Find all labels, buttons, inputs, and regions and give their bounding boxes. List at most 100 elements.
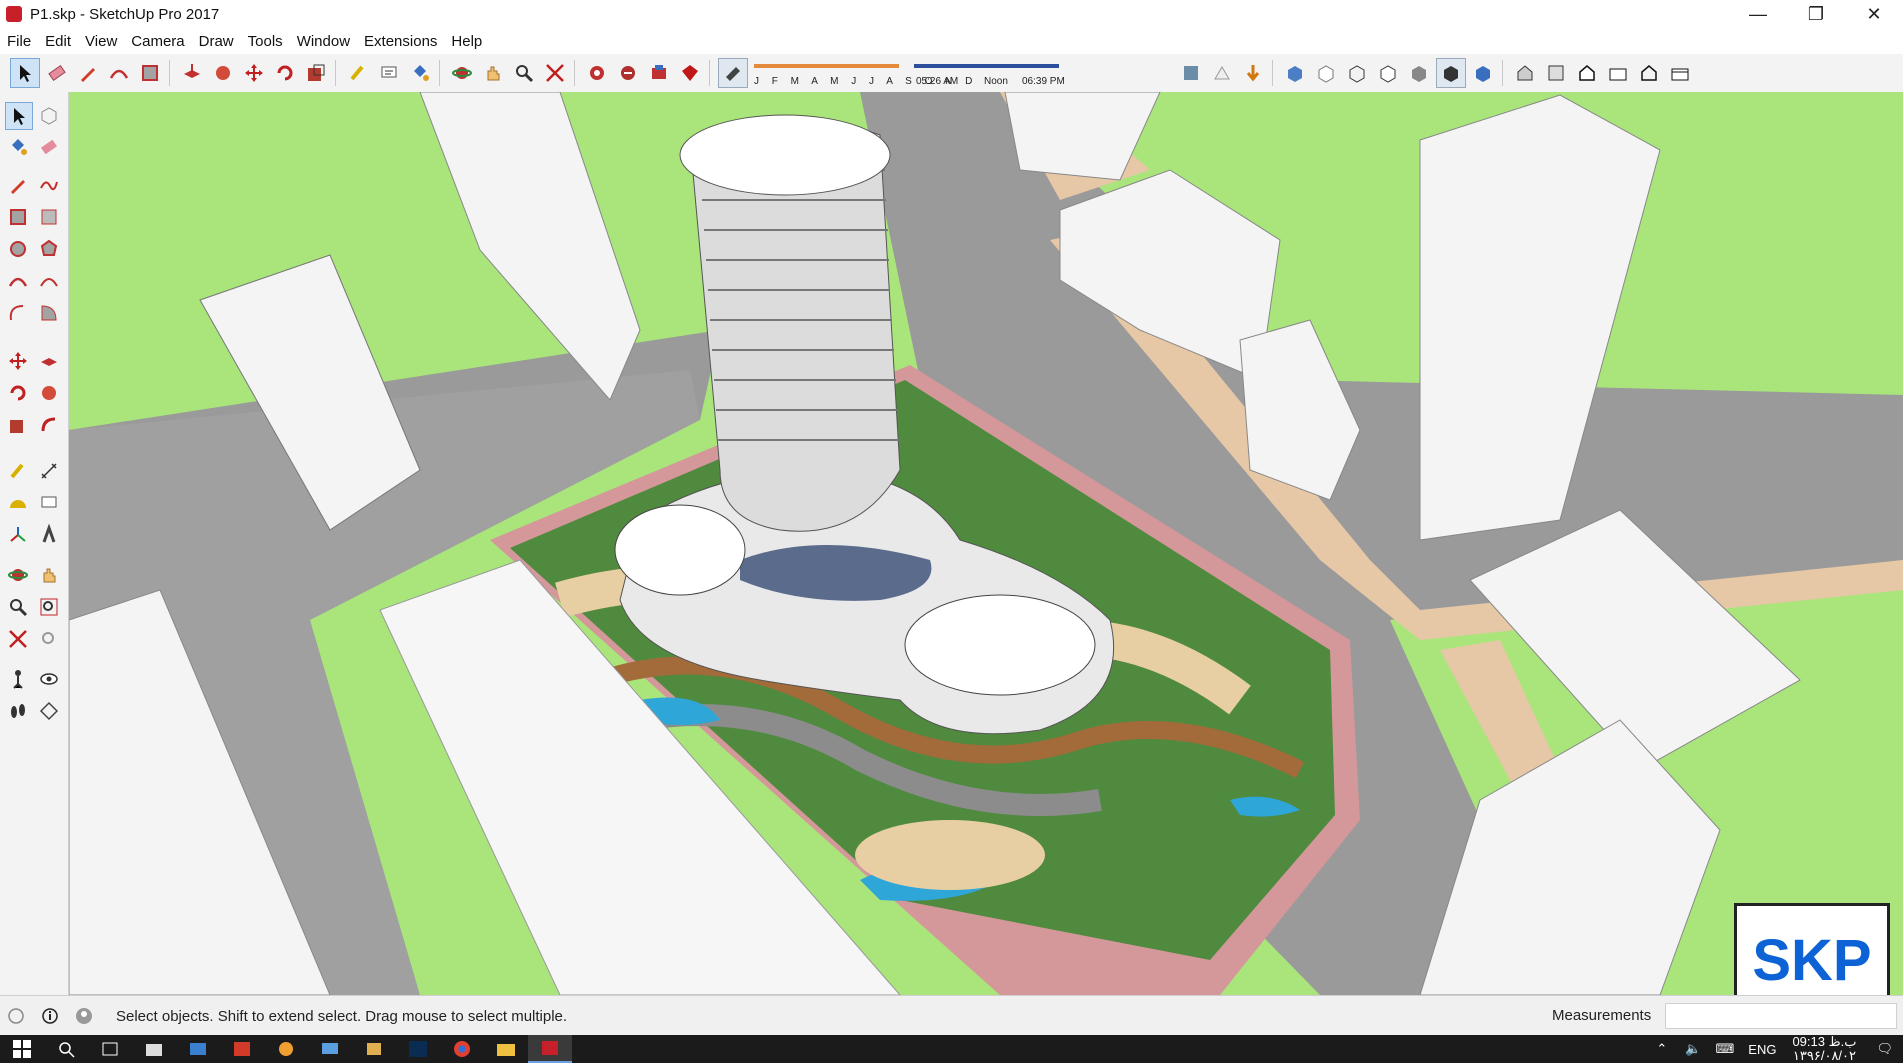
taskbar-app-blue[interactable] xyxy=(176,1035,220,1063)
taskbar-app-media[interactable] xyxy=(352,1035,396,1063)
eraser-tool-button[interactable] xyxy=(43,59,71,87)
taskbar-store[interactable] xyxy=(132,1035,176,1063)
scale-tool-button[interactable] xyxy=(302,59,330,87)
palette-zoom-extents-button[interactable] xyxy=(5,626,31,652)
menu-help[interactable]: Help xyxy=(444,33,489,50)
palette-look-around-button[interactable] xyxy=(36,666,62,692)
style-monochrome-button[interactable] xyxy=(1469,59,1497,87)
clock[interactable]: 09:13 ب.ظ ۱۳۹۶/۰۸/۰۲ xyxy=(1792,1035,1856,1063)
palette-pan-button[interactable] xyxy=(36,562,62,588)
info-icon[interactable] xyxy=(40,1006,60,1026)
palette-push-pull-button[interactable] xyxy=(36,348,62,374)
palette-scale-button[interactable] xyxy=(5,412,31,438)
palette-pie-button[interactable] xyxy=(36,300,62,326)
taskbar-app-red[interactable] xyxy=(220,1035,264,1063)
select-tool-button[interactable] xyxy=(10,58,40,88)
month-slider-track[interactable] xyxy=(754,64,899,68)
style-shaded-button[interactable] xyxy=(1405,59,1433,87)
palette-axes-button[interactable] xyxy=(5,522,31,548)
view-left-button[interactable] xyxy=(1666,59,1694,87)
minimize-button[interactable]: — xyxy=(1729,0,1787,28)
close-button[interactable]: ✕ xyxy=(1845,0,1903,28)
palette-zoom-window-button[interactable] xyxy=(36,594,62,620)
palette-move-button[interactable] xyxy=(5,348,31,374)
style-hidden-line-button[interactable] xyxy=(1374,59,1402,87)
palette-text-button[interactable] xyxy=(36,490,62,516)
view-back-button[interactable] xyxy=(1635,59,1663,87)
palette-offset-button[interactable] xyxy=(36,412,62,438)
palette-paint-button[interactable] xyxy=(5,134,31,160)
palette-section-plane-button[interactable] xyxy=(36,698,62,724)
palette-tape-button[interactable] xyxy=(5,458,31,484)
menu-file[interactable]: File xyxy=(0,33,38,50)
shadows-toggle-button[interactable] xyxy=(718,58,748,88)
line-tool-button[interactable] xyxy=(74,59,102,87)
menu-view[interactable]: View xyxy=(78,33,124,50)
warehouse-button[interactable] xyxy=(583,59,611,87)
view-right-button[interactable] xyxy=(1604,59,1632,87)
ruby-console-button[interactable] xyxy=(676,59,704,87)
language-indicator[interactable]: ENG xyxy=(1748,1042,1776,1057)
view-top-button[interactable] xyxy=(1542,59,1570,87)
palette-dimension-button[interactable] xyxy=(36,458,62,484)
tape-measure-button[interactable] xyxy=(344,59,372,87)
taskbar-app-paint[interactable] xyxy=(264,1035,308,1063)
menu-extensions[interactable]: Extensions xyxy=(357,33,444,50)
palette-polygon-button[interactable] xyxy=(36,236,62,262)
palette-follow-me-button[interactable] xyxy=(36,380,62,406)
keyboard-icon[interactable]: ⌨ xyxy=(1716,1041,1735,1057)
text-tool-button[interactable] xyxy=(375,59,403,87)
view-front-button[interactable] xyxy=(1573,59,1601,87)
arc-tool-button[interactable] xyxy=(105,59,133,87)
taskbar-explorer[interactable] xyxy=(484,1035,528,1063)
model-viewport[interactable]: SKP xyxy=(69,92,1903,995)
palette-position-camera-button[interactable] xyxy=(5,666,31,692)
orbit-button[interactable] xyxy=(448,59,476,87)
search-button[interactable] xyxy=(44,1035,88,1063)
palette-walk-button[interactable] xyxy=(5,698,31,724)
task-view-button[interactable] xyxy=(88,1035,132,1063)
menu-draw[interactable]: Draw xyxy=(192,33,241,50)
zoom-extents-button[interactable] xyxy=(541,59,569,87)
share-model-button[interactable] xyxy=(614,59,642,87)
palette-freehand-button[interactable] xyxy=(36,172,62,198)
taskbar-sketchup[interactable] xyxy=(528,1035,572,1063)
zoom-button[interactable] xyxy=(510,59,538,87)
paint-bucket-button[interactable] xyxy=(406,59,434,87)
edge-style-button[interactable] xyxy=(1208,59,1236,87)
palette-2pt-arc-button[interactable] xyxy=(36,268,62,294)
palette-make-component-button[interactable] xyxy=(36,102,62,128)
palette-rotate-button[interactable] xyxy=(5,380,31,406)
style-back-edges-button[interactable] xyxy=(1312,59,1340,87)
taskbar-chrome[interactable] xyxy=(440,1035,484,1063)
palette-select-button[interactable] xyxy=(5,102,33,130)
measurements-input[interactable] xyxy=(1665,1003,1897,1029)
style-textured-button[interactable] xyxy=(1436,58,1466,88)
palette-eraser-button[interactable] xyxy=(36,134,62,160)
palette-previous-view-button[interactable] xyxy=(36,626,62,652)
time-slider-track[interactable] xyxy=(914,64,1059,68)
taskbar-app-monitor[interactable] xyxy=(308,1035,352,1063)
sandbox-button[interactable] xyxy=(1239,59,1267,87)
fog-button[interactable] xyxy=(1177,59,1205,87)
palette-3pt-arc-button[interactable] xyxy=(5,300,31,326)
start-button[interactable] xyxy=(0,1035,44,1063)
view-iso-button[interactable] xyxy=(1511,59,1539,87)
push-pull-tool-button[interactable] xyxy=(178,59,206,87)
notification-icon[interactable]: 🗨 xyxy=(1876,1041,1893,1057)
geo-location-icon[interactable] xyxy=(6,1006,26,1026)
extension-warehouse-button[interactable] xyxy=(645,59,673,87)
palette-orbit-button[interactable] xyxy=(5,562,31,588)
restore-button[interactable]: ❐ xyxy=(1787,0,1845,28)
pan-button[interactable] xyxy=(479,59,507,87)
palette-zoom-button[interactable] xyxy=(5,594,31,620)
palette-rotated-rect-button[interactable] xyxy=(36,204,62,230)
taskbar-photoshop[interactable] xyxy=(396,1035,440,1063)
user-account-icon[interactable] xyxy=(74,1006,94,1026)
style-wireframe-button[interactable] xyxy=(1343,59,1371,87)
palette-line-button[interactable] xyxy=(5,172,31,198)
rectangle-tool-button[interactable] xyxy=(136,59,164,87)
rotate-tool-button[interactable] xyxy=(271,59,299,87)
volume-icon[interactable]: 🔈 xyxy=(1685,1041,1701,1057)
palette-circle-button[interactable] xyxy=(5,236,31,262)
